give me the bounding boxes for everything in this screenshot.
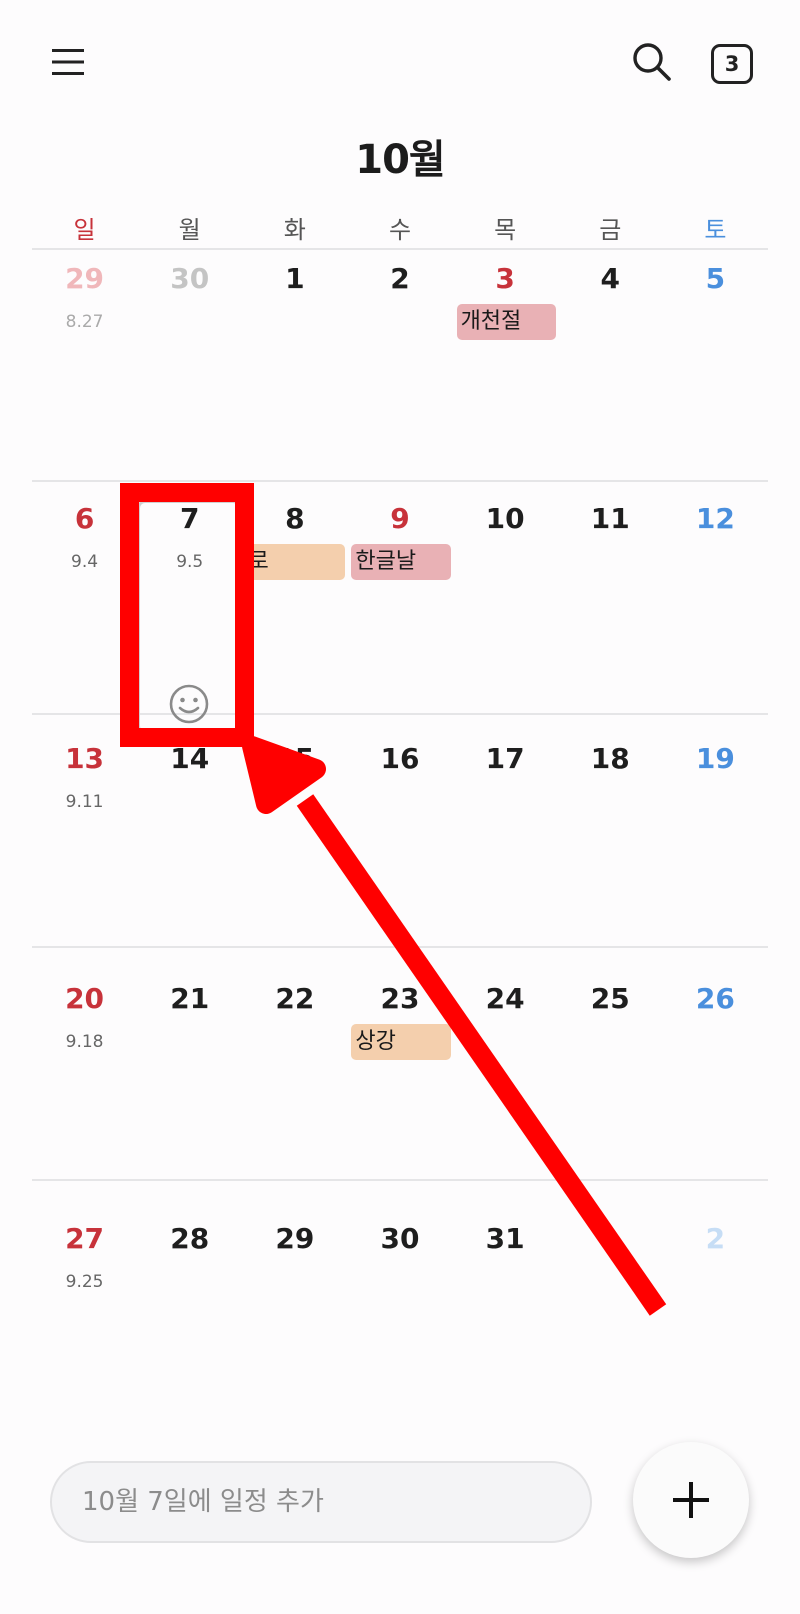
weekday-header: 일월화수목금토 (32, 210, 768, 250)
day-number: 18 (590, 742, 630, 775)
day-number: 9 (390, 502, 410, 535)
day-cell[interactable]: 28 (137, 1216, 242, 1456)
weekday-label: 화 (283, 216, 306, 244)
day-number: 11 (590, 502, 630, 535)
day-cell[interactable]: 17 (453, 736, 558, 976)
day-number: 4 (600, 262, 621, 295)
day-number: 10 (485, 502, 525, 535)
weekday-label: 금 (599, 216, 622, 244)
day-cell[interactable]: 3 (453, 256, 558, 496)
add-event-input[interactable] (50, 1461, 592, 1543)
day-cell[interactable]: 1 (242, 256, 347, 496)
day-cell[interactable]: 19 (663, 736, 768, 976)
weekday-label: 목 (494, 216, 517, 244)
menu-button[interactable] (44, 38, 92, 86)
day-cell[interactable]: 2 (347, 256, 452, 496)
day-cell[interactable]: 9 (347, 496, 452, 736)
week-row: 27 9.25 28 29 30 31 2 (32, 1216, 768, 1456)
search-button[interactable] (628, 38, 676, 86)
weekday-label: 월 (178, 216, 201, 244)
day-number: 23 (380, 982, 420, 1015)
day-number: 28 (170, 1222, 210, 1255)
day-number: 16 (380, 742, 420, 775)
add-event-fab[interactable] (633, 1442, 749, 1558)
weekday-label: 일 (73, 216, 96, 244)
hamburger-menu-icon (52, 49, 84, 75)
event-chip[interactable]: 한글날 (351, 544, 451, 580)
plus-icon (673, 1482, 709, 1518)
weekday-label: 토 (704, 216, 727, 244)
day-cell[interactable]: 24 (453, 976, 558, 1216)
day-cell[interactable]: 27 9.25 (32, 1216, 137, 1456)
day-cell[interactable]: 18 (558, 736, 663, 976)
day-cell[interactable]: 15 (242, 736, 347, 976)
day-number: 30 (170, 262, 210, 295)
day-cell[interactable]: 11 (558, 496, 663, 736)
day-cell[interactable]: 14 (137, 736, 242, 976)
week-row: 29 8.27 30 1 2 3 4 5 개천절 (32, 256, 768, 496)
day-cell[interactable]: 22 (242, 976, 347, 1216)
day-cell[interactable]: 29 8.27 (32, 256, 137, 496)
day-number: 15 (275, 742, 315, 775)
lunar-date: 9.11 (65, 792, 104, 812)
day-cell[interactable] (558, 1216, 663, 1456)
event-chip[interactable]: 상강 (351, 1024, 451, 1060)
day-cell[interactable]: 20 9.18 (32, 976, 137, 1216)
day-number: 24 (485, 982, 525, 1015)
day-number: 29 (65, 262, 105, 295)
weekday-label: 수 (388, 216, 412, 244)
day-number: 26 (695, 982, 735, 1015)
day-cell[interactable]: 2 (663, 1216, 768, 1456)
day-number: 5 (705, 262, 726, 295)
week-row: 13 9.11 14 15 16 17 18 19 (32, 736, 768, 976)
day-cell[interactable]: 23 (347, 976, 452, 1216)
day-number: 21 (170, 982, 210, 1015)
week-row: 20 9.18 21 22 23 24 25 26 상강 (32, 976, 768, 1216)
event-chip[interactable]: 한로 (246, 544, 346, 580)
divider (32, 248, 768, 250)
day-number: 30 (380, 1222, 420, 1255)
day-cell[interactable]: 30 (347, 1216, 452, 1456)
day-number: 1 (285, 262, 305, 295)
day-cell[interactable]: 10 (453, 496, 558, 736)
day-number: 12 (695, 502, 735, 535)
day-cell[interactable]: 16 (347, 736, 452, 976)
day-cell[interactable]: 13 9.11 (32, 736, 137, 976)
day-cell[interactable]: 29 (242, 1216, 347, 1456)
event-chip[interactable]: 개천절 (456, 304, 556, 340)
day-number: 29 (275, 1222, 315, 1255)
day-cell[interactable]: 5 (663, 256, 768, 496)
day-number: 27 (65, 1222, 105, 1255)
day-number: 20 (65, 982, 105, 1015)
day-cell[interactable]: 8 (242, 496, 347, 736)
day-number: 22 (275, 982, 315, 1015)
search-icon (633, 43, 671, 81)
day-cell[interactable]: 30 (137, 256, 242, 496)
lunar-date: 9.18 (65, 1032, 104, 1052)
day-number: 8 (285, 502, 305, 535)
top-app-bar: 3 (0, 0, 800, 130)
day-number: 19 (695, 742, 735, 775)
day-number: 3 (495, 262, 515, 295)
day-number: 17 (485, 742, 525, 775)
day-number: 2 (705, 1222, 726, 1255)
month-grid: 298.273012345개천절69.479.589101112한로한글날139… (32, 256, 768, 1456)
day-cell[interactable]: 4 (558, 256, 663, 496)
day-cell[interactable]: 31 (453, 1216, 558, 1456)
day-cell[interactable]: 25 (558, 976, 663, 1216)
today-button[interactable]: 3 (708, 40, 756, 88)
day-number: 2 (390, 262, 410, 295)
lunar-date: 8.27 (65, 312, 104, 332)
day-cell[interactable]: 12 (663, 496, 768, 736)
annotation-highlight-box (120, 483, 254, 747)
today-badge: 3 (711, 44, 753, 84)
lunar-date: 9.25 (65, 1272, 104, 1292)
day-cell[interactable]: 26 (663, 976, 768, 1216)
day-cell[interactable]: 21 (137, 976, 242, 1216)
day-number: 31 (485, 1222, 525, 1255)
month-title: 10월 (355, 137, 445, 183)
day-number: 25 (590, 982, 630, 1015)
